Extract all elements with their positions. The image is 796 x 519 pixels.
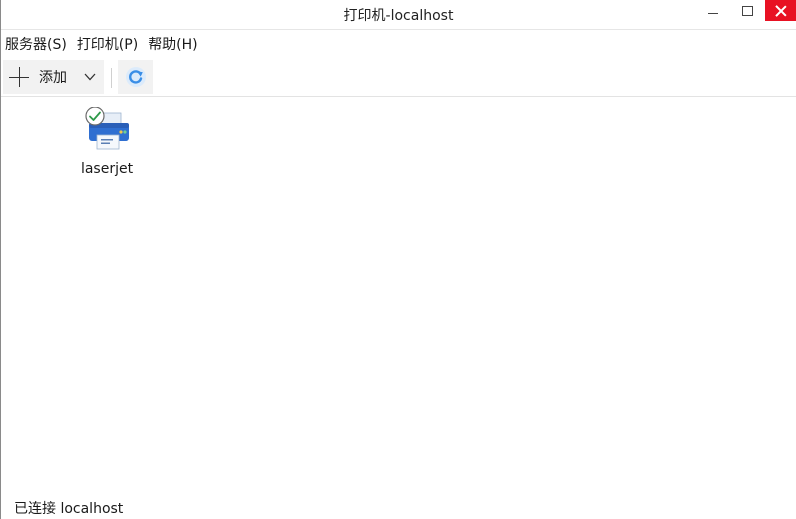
add-printer-button[interactable]: 添加 xyxy=(3,60,104,94)
printer-item[interactable]: laserjet xyxy=(71,107,143,177)
menu-help[interactable]: 帮助(H) xyxy=(148,34,197,56)
maximize-button[interactable] xyxy=(732,0,762,22)
menu-printer[interactable]: 打印机(P) xyxy=(77,34,138,56)
toolbar: 添加 xyxy=(1,59,796,97)
printer-list: laserjet xyxy=(1,97,796,495)
refresh-icon xyxy=(125,67,146,87)
printer-name: laserjet xyxy=(80,161,134,177)
chevron-down-icon[interactable] xyxy=(84,73,96,81)
status-bar: 已连接 localhost xyxy=(1,497,796,519)
close-icon xyxy=(775,5,787,17)
add-label: 添加 xyxy=(39,70,67,86)
maximize-icon xyxy=(741,6,753,16)
minimize-icon xyxy=(708,12,718,14)
connection-status: 已连接 localhost xyxy=(14,501,124,517)
toolbar-separator xyxy=(111,68,112,88)
refresh-button[interactable] xyxy=(118,60,153,94)
minimize-button[interactable] xyxy=(698,0,728,22)
printer-window: 打印机-localhost 服务器(S) 打印机(P) 帮助(H) 添加 las… xyxy=(0,0,796,519)
printer-icon xyxy=(85,107,129,150)
window-title: 打印机-localhost xyxy=(343,8,454,24)
title-bar[interactable]: 打印机-localhost xyxy=(1,0,796,30)
menu-server[interactable]: 服务器(S) xyxy=(5,34,67,56)
check-icon xyxy=(85,107,105,126)
menu-bar: 服务器(S) 打印机(P) 帮助(H) xyxy=(1,34,198,56)
plus-icon xyxy=(9,67,29,87)
close-button[interactable] xyxy=(765,0,796,21)
